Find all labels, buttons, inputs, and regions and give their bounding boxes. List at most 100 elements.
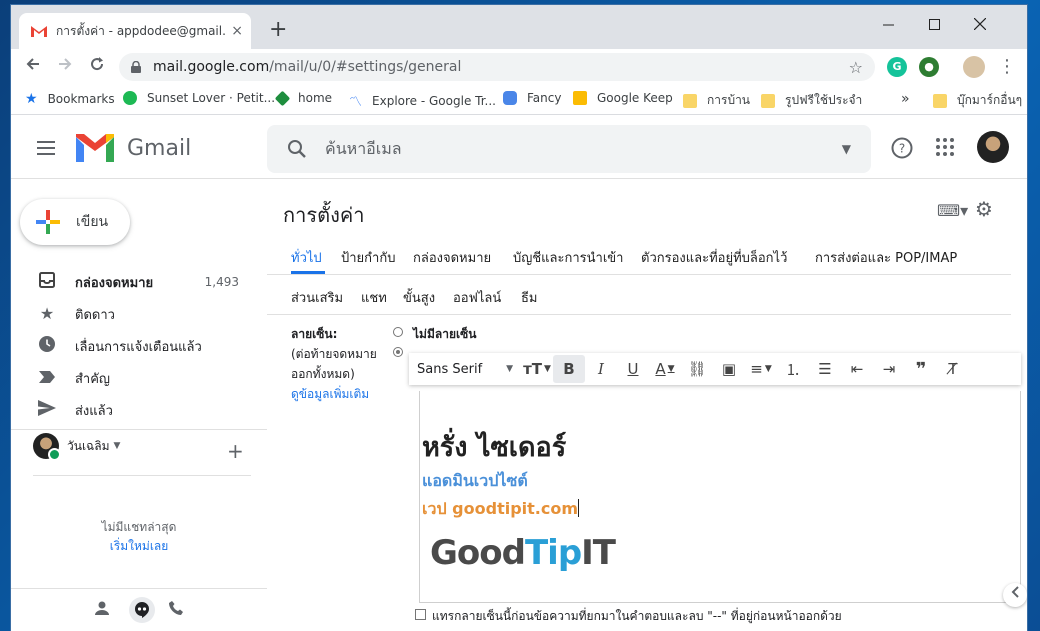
tab-offline[interactable]: ออฟไลน์ [453,287,501,308]
align-icon[interactable]: ≡ ▼ [745,353,777,385]
bookmark-fancy[interactable]: Fancy [503,91,561,105]
italic-icon[interactable]: I [585,353,617,385]
tab-filters[interactable]: ตัวกรองและที่อยู่ที่บล็อกไว้ [641,247,787,268]
nav-item-inbox[interactable]: กล่องจดหมาย 1,493 [11,266,267,298]
address-bar[interactable]: mail.google.com/mail/u/0/#settings/gener… [119,53,875,81]
bookmark-folder-homework[interactable]: การบ้าน [683,91,750,110]
link-icon[interactable]: ⛓ [681,353,713,385]
search-options-icon[interactable]: ▼ [842,142,851,156]
bookmark-spotify[interactable]: Sunset Lover · Petit... [123,91,275,105]
tab-accounts[interactable]: บัญชีและการนำเข้า [513,247,623,268]
nav-item-important[interactable]: สำคัญ [11,362,267,394]
reload-button[interactable] [85,55,109,79]
bookmarks-more-button[interactable]: » [901,91,910,107]
forward-button[interactable] [53,55,77,79]
start-new-chat-link[interactable]: เริ่มใหม่เลย [11,537,267,556]
active-tab-indicator [291,271,325,274]
mail-search-box[interactable]: ค้นหาอีเมล ▼ [267,125,871,173]
indent-less-icon[interactable]: ⇤ [841,353,873,385]
bookmark-folder-images[interactable]: รูปฟรีใช้ประจำ [761,91,862,110]
search-icon[interactable] [287,139,307,159]
apps-button[interactable] [935,137,955,162]
browser-toolbar: mail.google.com/mail/u/0/#settings/gener… [11,49,1027,85]
chevron-left-icon [1011,586,1019,598]
trends-icon: 〽 [349,95,363,110]
bookmark-google-trends[interactable]: 〽 Explore - Google Tr... [349,91,496,111]
bookmark-star-icon[interactable]: ☆ [849,58,863,77]
numbered-list-icon[interactable]: ⒈ [777,353,809,385]
new-chat-plus-icon[interactable]: + [227,441,244,461]
grammarly-extension-icon[interactable]: G [887,57,907,77]
image-icon[interactable]: ▣ [713,353,745,385]
signature-label: ลายเซ็น: [291,327,338,341]
account-avatar[interactable] [977,131,1009,163]
browser-tab[interactable]: การตั้งค่า - appdodee@gmail.com × [19,13,251,49]
hangouts-icon[interactable] [129,597,155,623]
chat-user[interactable]: วันเฉลิม ▼ [33,433,120,461]
nav-item-starred[interactable]: ★ ติดดาว [11,298,267,330]
minimize-icon [882,24,894,26]
remove-formatting-icon[interactable]: T̸ [937,353,969,385]
main-menu-icon[interactable] [37,141,55,159]
learn-more-link[interactable]: ดูข้อมูลเพิ่มเติม [291,385,369,404]
new-tab-button[interactable]: + [269,19,287,41]
custom-signature-radio[interactable] [393,347,403,357]
signature-note-2: ออกทั้งหมด) [291,367,355,381]
folder-icon [683,93,697,108]
tab-strip: การตั้งค่า - appdodee@gmail.com × + [11,5,1027,49]
text-color-icon[interactable]: A ▼ [649,353,681,385]
bulleted-list-icon[interactable]: ☰ [809,353,841,385]
tab-close-icon[interactable]: × [231,23,243,39]
compose-button[interactable]: เขียน [20,199,130,245]
text-cursor [578,499,580,517]
browser-menu-icon[interactable]: ⋮ [995,55,1019,79]
folder-icon [761,93,775,108]
indent-more-icon[interactable]: ⇥ [873,353,905,385]
nav-item-snoozed[interactable]: เลื่อนการแจ้งเตือนแล้ว [11,330,267,362]
tab-forwarding[interactable]: การส่งต่อและ POP/IMAP [815,247,957,268]
tab-general[interactable]: ทั่วไป [291,247,322,268]
nav-label: ส่งแล้ว [75,403,113,419]
nav-item-sent[interactable]: ส่งแล้ว [11,394,267,426]
other-bookmarks[interactable]: บุ๊กมาร์กอื่นๆ [933,91,1022,110]
input-tools-icon[interactable]: ⌨▾ [937,201,968,220]
signature-editor-toolbar: Sans Serif ▼ ᴛT ▼ B I U A ▼ ⛓ ▣ ≡ ▼ ⒈ ☰ ⇤ ⇥ … [409,353,1021,385]
close-window-button[interactable] [957,11,1003,39]
contacts-icon[interactable] [95,601,109,619]
chevron-down-icon[interactable]: ▼ [113,441,120,451]
minimize-button[interactable] [865,11,911,39]
insert-signature-checkbox[interactable] [415,609,426,620]
bookmark-home[interactable]: home [274,90,332,106]
bold-icon[interactable]: B [553,355,585,383]
inbox-count: 1,493 [204,275,239,289]
tab-labels[interactable]: ป้ายกำกับ [341,247,395,268]
phone-icon[interactable] [169,601,183,619]
font-family-select[interactable]: Sans Serif ▼ [409,353,521,385]
bookmark-bookmarks[interactable]: ★ Bookmarks [25,91,115,107]
underline-icon[interactable]: U [617,353,649,385]
profile-avatar-icon[interactable] [963,56,985,78]
back-button[interactable] [21,55,45,79]
tab-inbox[interactable]: กล่องจดหมาย [413,247,491,268]
sidebar-bottom-bar [11,588,267,631]
bookmark-google-keep[interactable]: Google Keep [573,91,673,105]
search-input[interactable]: ค้นหาอีเมล [325,137,842,162]
gear-icon[interactable]: ⚙ [975,197,993,221]
extension-globe-icon[interactable]: ● [919,57,939,77]
quote-icon[interactable]: ❞ [905,353,937,385]
maximize-button[interactable] [911,11,957,39]
tab-chat[interactable]: แชท [361,287,387,308]
gmail-wordmark[interactable]: Gmail [127,136,191,161]
side-panel-toggle[interactable] [1003,583,1027,607]
no-signature-radio[interactable] [393,327,403,337]
font-size-icon[interactable]: ᴛT ▼ [521,353,553,385]
gmail-header: Gmail ค้นหาอีเมล ▼ ? [11,115,1027,179]
help-button[interactable]: ? [891,137,913,164]
bookmark-label: รูปฟรีใช้ประจำ [785,93,863,107]
tab-advanced[interactable]: ขั้นสูง [403,287,435,308]
tab-themes[interactable]: ธีม [521,287,538,308]
signature-editor[interactable]: หรั่ง ไซเดอร์ แอดมินเวปไซต์ เวป goodtipi… [419,391,1021,603]
gmail-logo-icon[interactable] [76,134,114,162]
logo-it: IT [581,533,616,573]
tab-addons[interactable]: ส่วนเสริม [291,287,343,308]
